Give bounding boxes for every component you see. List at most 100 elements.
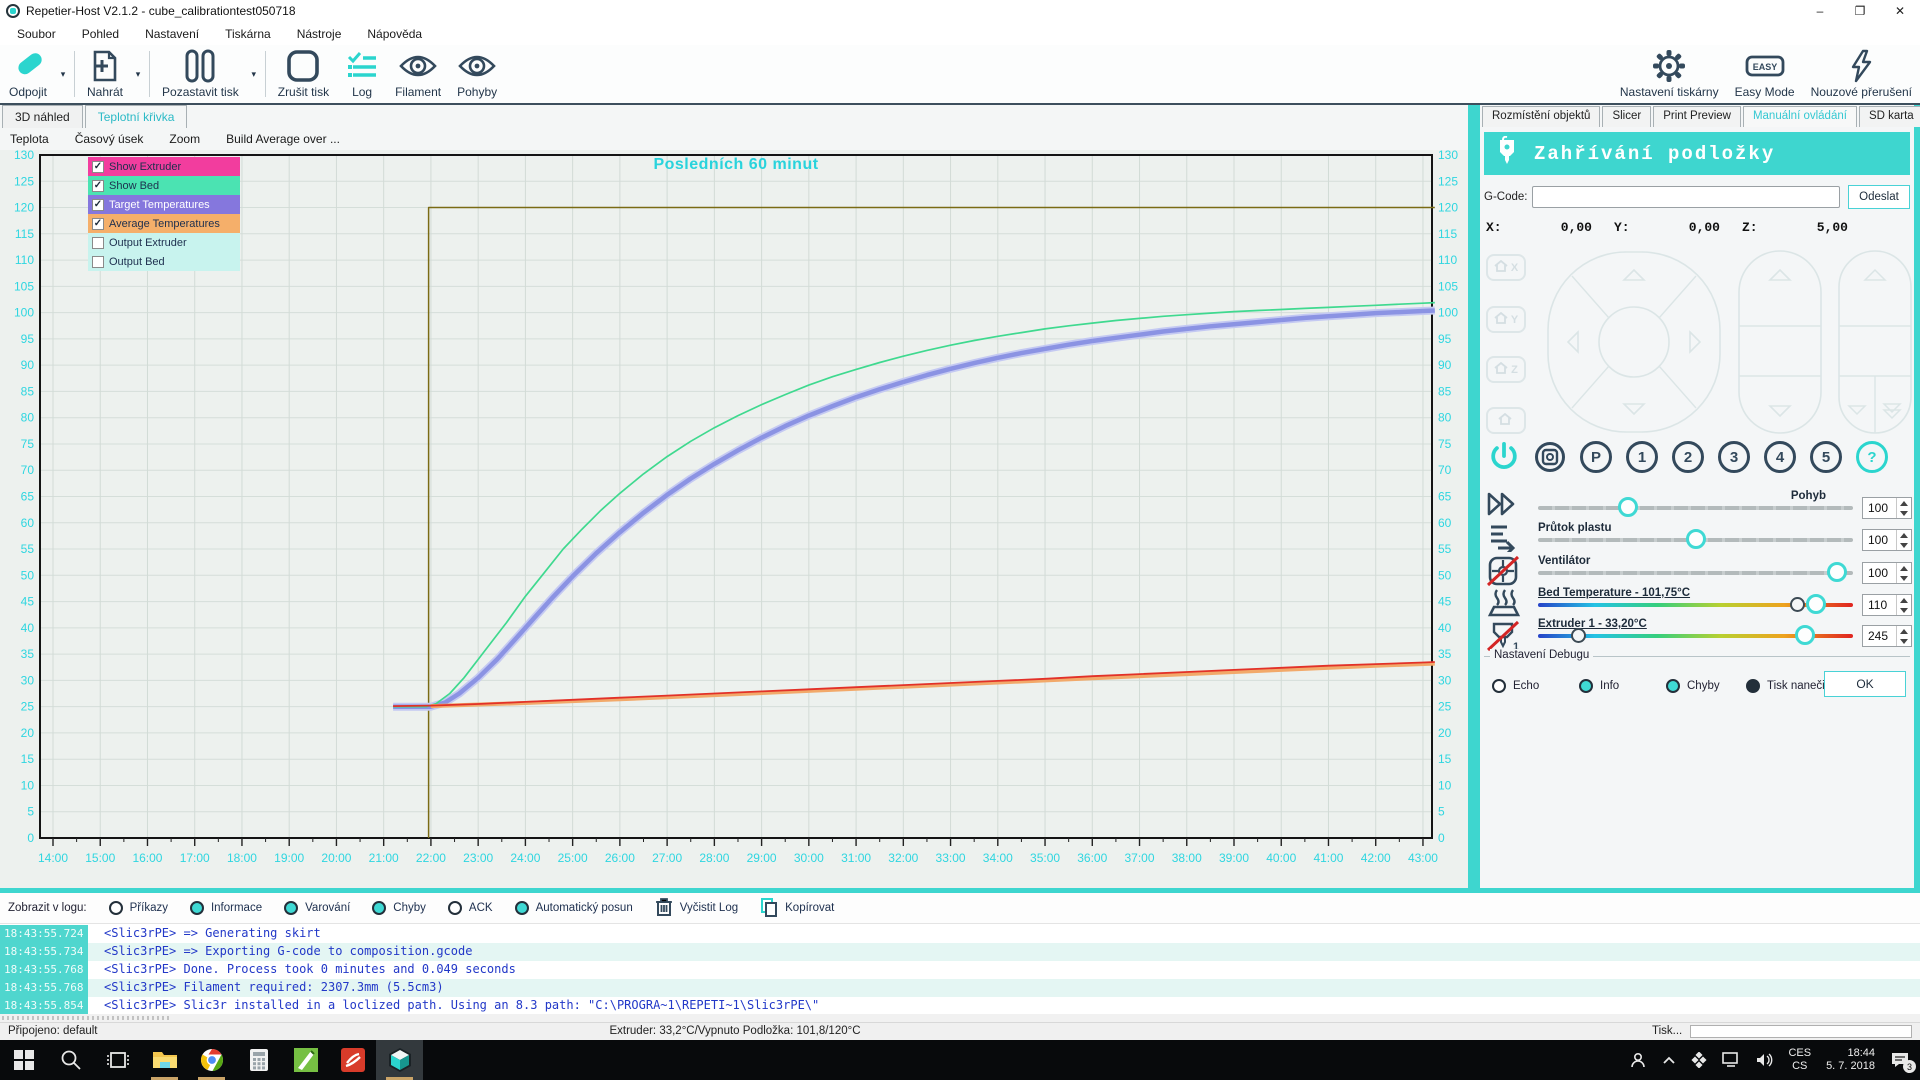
- legend-checkbox[interactable]: ✓: [92, 180, 104, 192]
- debug-option-info[interactable]: Info: [1579, 679, 1619, 693]
- log-filter-toggle-icon[interactable]: [190, 901, 204, 915]
- clock[interactable]: 18:44 5. 7. 2018: [1826, 1047, 1875, 1073]
- slider-spinner[interactable]: 100: [1862, 529, 1912, 551]
- log-action-vy-istit-log[interactable]: Vyčistit Log: [655, 897, 738, 920]
- slider-spinner[interactable]: 110: [1862, 594, 1912, 616]
- slider-knob[interactable]: [1827, 562, 1847, 582]
- help-button[interactable]: ?: [1856, 441, 1888, 473]
- dropdown-arrow-icon[interactable]: ▾: [131, 45, 145, 103]
- taskbar-start-button[interactable]: [0, 1040, 47, 1080]
- tab-teplotn-k-ivka[interactable]: Teplotní křivka: [85, 105, 188, 128]
- log-action-kop-rovat[interactable]: Kopírovat: [760, 897, 834, 920]
- dropbox-icon[interactable]: [1691, 1052, 1707, 1068]
- legend-row-show-extruder[interactable]: ✓Show Extruder: [88, 157, 240, 176]
- log-filter-informace[interactable]: Informace: [190, 901, 262, 915]
- spinner-up-icon[interactable]: [1897, 563, 1911, 573]
- dropdown-arrow-icon[interactable]: ▾: [247, 45, 261, 103]
- chart-menu-build-average-over-[interactable]: Build Average over ...: [226, 132, 340, 146]
- spinner-up-icon[interactable]: [1897, 530, 1911, 540]
- xy-jog-pad[interactable]: [1544, 248, 1724, 436]
- preset-button-2[interactable]: 2: [1672, 441, 1704, 473]
- legend-row-target-temperatures[interactable]: ✓Target Temperatures: [88, 195, 240, 214]
- menu-item-soubor[interactable]: Soubor: [4, 24, 69, 44]
- right-tab-rozm-st-n-objekt-[interactable]: Rozmístění objektů: [1482, 106, 1600, 127]
- preset-button-1[interactable]: 1: [1626, 441, 1658, 473]
- z-jog-pill[interactable]: [1736, 248, 1824, 436]
- notification-center-icon[interactable]: 3: [1890, 1051, 1910, 1069]
- log-scrollbar-thumb[interactable]: [2, 1016, 172, 1020]
- toolbar-button-pozastavit-tisk[interactable]: Pozastavit tisk: [154, 45, 247, 103]
- spinner-down-icon[interactable]: [1897, 508, 1911, 518]
- legend-checkbox[interactable]: [92, 256, 104, 268]
- slider-spinner[interactable]: 100: [1862, 497, 1912, 519]
- slider-spinner[interactable]: 245: [1862, 625, 1912, 647]
- gcode-input[interactable]: [1532, 186, 1840, 208]
- home-z-button[interactable]: Z: [1486, 356, 1526, 383]
- toolbar-button-easy-mode[interactable]: EASYEasy Mode: [1727, 45, 1803, 103]
- chart-menu--asov-sek[interactable]: Časový úsek: [75, 132, 144, 146]
- taskbar-sketchup-button[interactable]: [329, 1040, 376, 1080]
- log-filter-toggle-icon[interactable]: [515, 901, 529, 915]
- taskbar-chrome-button[interactable]: [188, 1040, 235, 1080]
- network-icon[interactable]: [1722, 1052, 1740, 1068]
- toolbar-button-nahr-t[interactable]: Nahrát: [79, 45, 131, 103]
- taskbar-search-button[interactable]: [47, 1040, 94, 1080]
- restore-button[interactable]: ❐: [1840, 0, 1880, 22]
- debug-toggle-icon[interactable]: [1746, 679, 1760, 693]
- legend-row-output-bed[interactable]: Output Bed: [88, 252, 240, 271]
- log-filter-automatick-posun[interactable]: Automatický posun: [515, 901, 633, 915]
- debug-toggle-icon[interactable]: [1666, 679, 1680, 693]
- menu-item-tisk-rna[interactable]: Tiskárna: [212, 24, 284, 44]
- spinner-down-icon[interactable]: [1897, 573, 1911, 583]
- right-panel-scrollbar[interactable]: [1914, 105, 1920, 888]
- close-button[interactable]: ✕: [1880, 0, 1920, 22]
- legend-checkbox[interactable]: [92, 237, 104, 249]
- log-filter-chyby[interactable]: Chyby: [372, 901, 426, 915]
- log-filter-p-kazy[interactable]: Příkazy: [109, 901, 168, 915]
- slider-target-knob[interactable]: [1571, 628, 1586, 643]
- legend-checkbox[interactable]: ✓: [92, 161, 104, 173]
- taskbar-repetier-button[interactable]: [376, 1040, 423, 1080]
- log-filter-toggle-icon[interactable]: [448, 901, 462, 915]
- preset-button-p[interactable]: P: [1580, 441, 1612, 473]
- legend-row-average-temperatures[interactable]: ✓Average Temperatures: [88, 214, 240, 233]
- people-icon[interactable]: [1629, 1051, 1647, 1069]
- spinner-up-icon[interactable]: [1897, 595, 1911, 605]
- chart-menu-teplota[interactable]: Teplota: [10, 132, 49, 146]
- taskbar-explorer-button[interactable]: [141, 1040, 188, 1080]
- right-tab-print-preview[interactable]: Print Preview: [1653, 106, 1741, 127]
- slider-knob[interactable]: [1795, 625, 1815, 645]
- slider-knob[interactable]: [1618, 497, 1638, 517]
- spinner-down-icon[interactable]: [1897, 605, 1911, 615]
- toolbar-button-nastaven-tisk-rny[interactable]: Nastavení tiskárny: [1612, 45, 1727, 103]
- tab-3d-n-hled[interactable]: 3D náhled: [2, 105, 83, 128]
- spinner-down-icon[interactable]: [1897, 540, 1911, 550]
- legend-row-show-bed[interactable]: ✓Show Bed: [88, 176, 240, 195]
- taskbar-calculator-button[interactable]: [235, 1040, 282, 1080]
- power-button[interactable]: [1488, 441, 1520, 473]
- volume-icon[interactable]: [1755, 1052, 1773, 1068]
- language-indicator[interactable]: CES CS: [1788, 1047, 1811, 1073]
- legend-checkbox[interactable]: ✓: [92, 199, 104, 211]
- log-filter-ack[interactable]: ACK: [448, 901, 493, 915]
- slider-knob[interactable]: [1806, 594, 1826, 614]
- toolbar-button-odpojit[interactable]: Odpojit: [0, 45, 56, 103]
- legend-row-output-extruder[interactable]: Output Extruder: [88, 233, 240, 252]
- motors-off-button[interactable]: [1534, 441, 1566, 473]
- chart-menu-zoom[interactable]: Zoom: [169, 132, 200, 146]
- log-filter-toggle-icon[interactable]: [372, 901, 386, 915]
- preset-button-5[interactable]: 5: [1810, 441, 1842, 473]
- log-filter-toggle-icon[interactable]: [284, 901, 298, 915]
- dropdown-arrow-icon[interactable]: ▾: [56, 45, 70, 103]
- toolbar-button-zru-it-tisk[interactable]: Zrušit tisk: [270, 45, 337, 103]
- vertical-splitter[interactable]: [1468, 105, 1480, 888]
- menu-item-n-stroje[interactable]: Nástroje: [284, 24, 355, 44]
- preset-button-4[interactable]: 4: [1764, 441, 1796, 473]
- log-horizontal-scrollbar[interactable]: [0, 1014, 1920, 1022]
- slider-spinner[interactable]: 100: [1862, 562, 1912, 584]
- home-x-button[interactable]: X: [1486, 254, 1526, 281]
- taskbar-xnview-button[interactable]: [282, 1040, 329, 1080]
- taskbar-taskview-button[interactable]: [94, 1040, 141, 1080]
- right-tab-slicer[interactable]: Slicer: [1602, 106, 1651, 127]
- send-gcode-button[interactable]: Odeslat: [1848, 185, 1910, 209]
